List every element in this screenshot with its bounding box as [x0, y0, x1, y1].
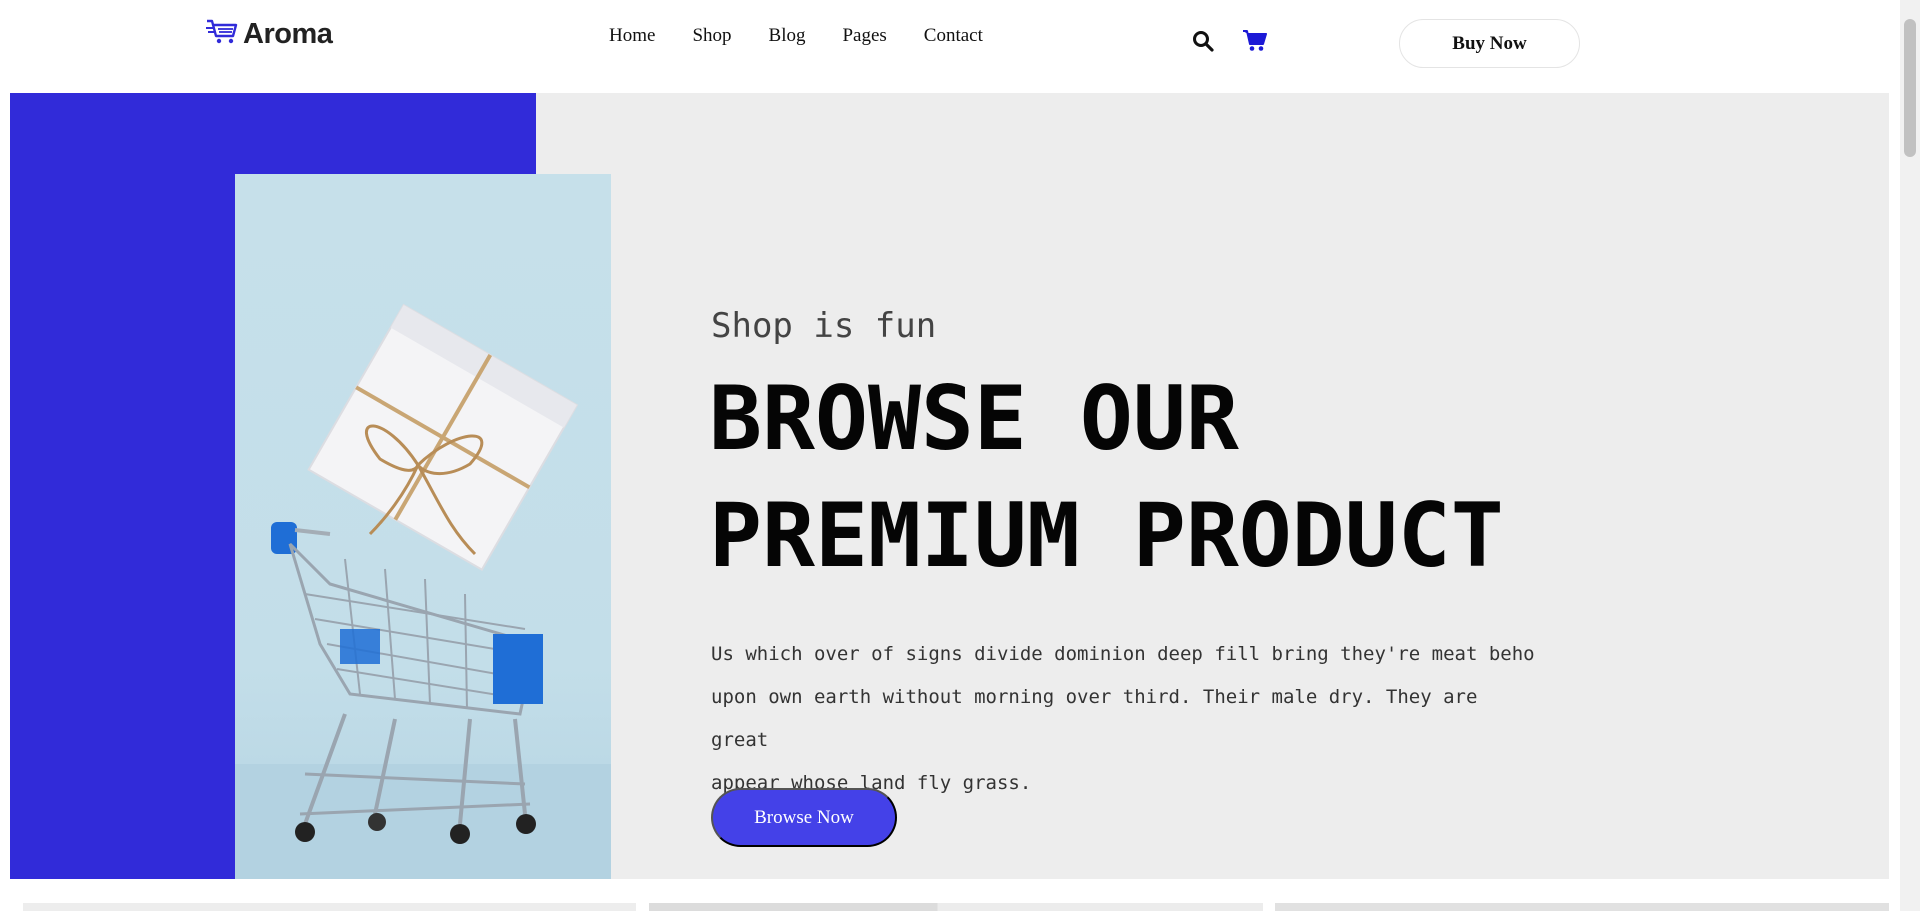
- hero-description-line-1: Us which over of signs divide dominion d…: [711, 643, 1535, 665]
- hero-headline-line-2: PREMIUM PRODUCT: [709, 484, 1504, 587]
- scrollbar-thumb[interactable]: [1904, 19, 1916, 157]
- nav-shop[interactable]: Shop: [692, 25, 731, 47]
- main-nav: Home Shop Blog Pages Contact: [609, 25, 983, 47]
- browse-now-button[interactable]: Browse Now: [711, 788, 897, 847]
- hero-headline-line-1: BROWSE OUR: [709, 367, 1239, 470]
- logo[interactable]: Aroma: [205, 18, 333, 51]
- cart-icon[interactable]: [1242, 29, 1267, 57]
- nav-pages[interactable]: Pages: [842, 25, 886, 47]
- logo-text: Aroma: [243, 18, 333, 50]
- search-icon[interactable]: [1192, 30, 1214, 57]
- nav-blog[interactable]: Blog: [769, 25, 806, 47]
- site-header: Aroma Home Shop Blog Pages Contact Buy N…: [0, 0, 1900, 93]
- hero-description: Us which over of signs divide dominion d…: [711, 633, 1541, 805]
- hero-headline: BROWSE OUR PREMIUM PRODUCT: [709, 360, 1504, 594]
- category-card-3[interactable]: [1275, 903, 1889, 911]
- category-card-2[interactable]: [649, 903, 1263, 911]
- category-card-1[interactable]: [23, 903, 636, 911]
- buy-now-button[interactable]: Buy Now: [1399, 19, 1580, 68]
- nav-contact[interactable]: Contact: [924, 25, 983, 47]
- hero-eyebrow: Shop is fun: [711, 306, 937, 346]
- nav-home[interactable]: Home: [609, 25, 655, 47]
- hero-image: [235, 174, 611, 879]
- hero-description-line-2: upon own earth without morning over thir…: [711, 686, 1478, 751]
- cart-lines-icon: [205, 18, 239, 51]
